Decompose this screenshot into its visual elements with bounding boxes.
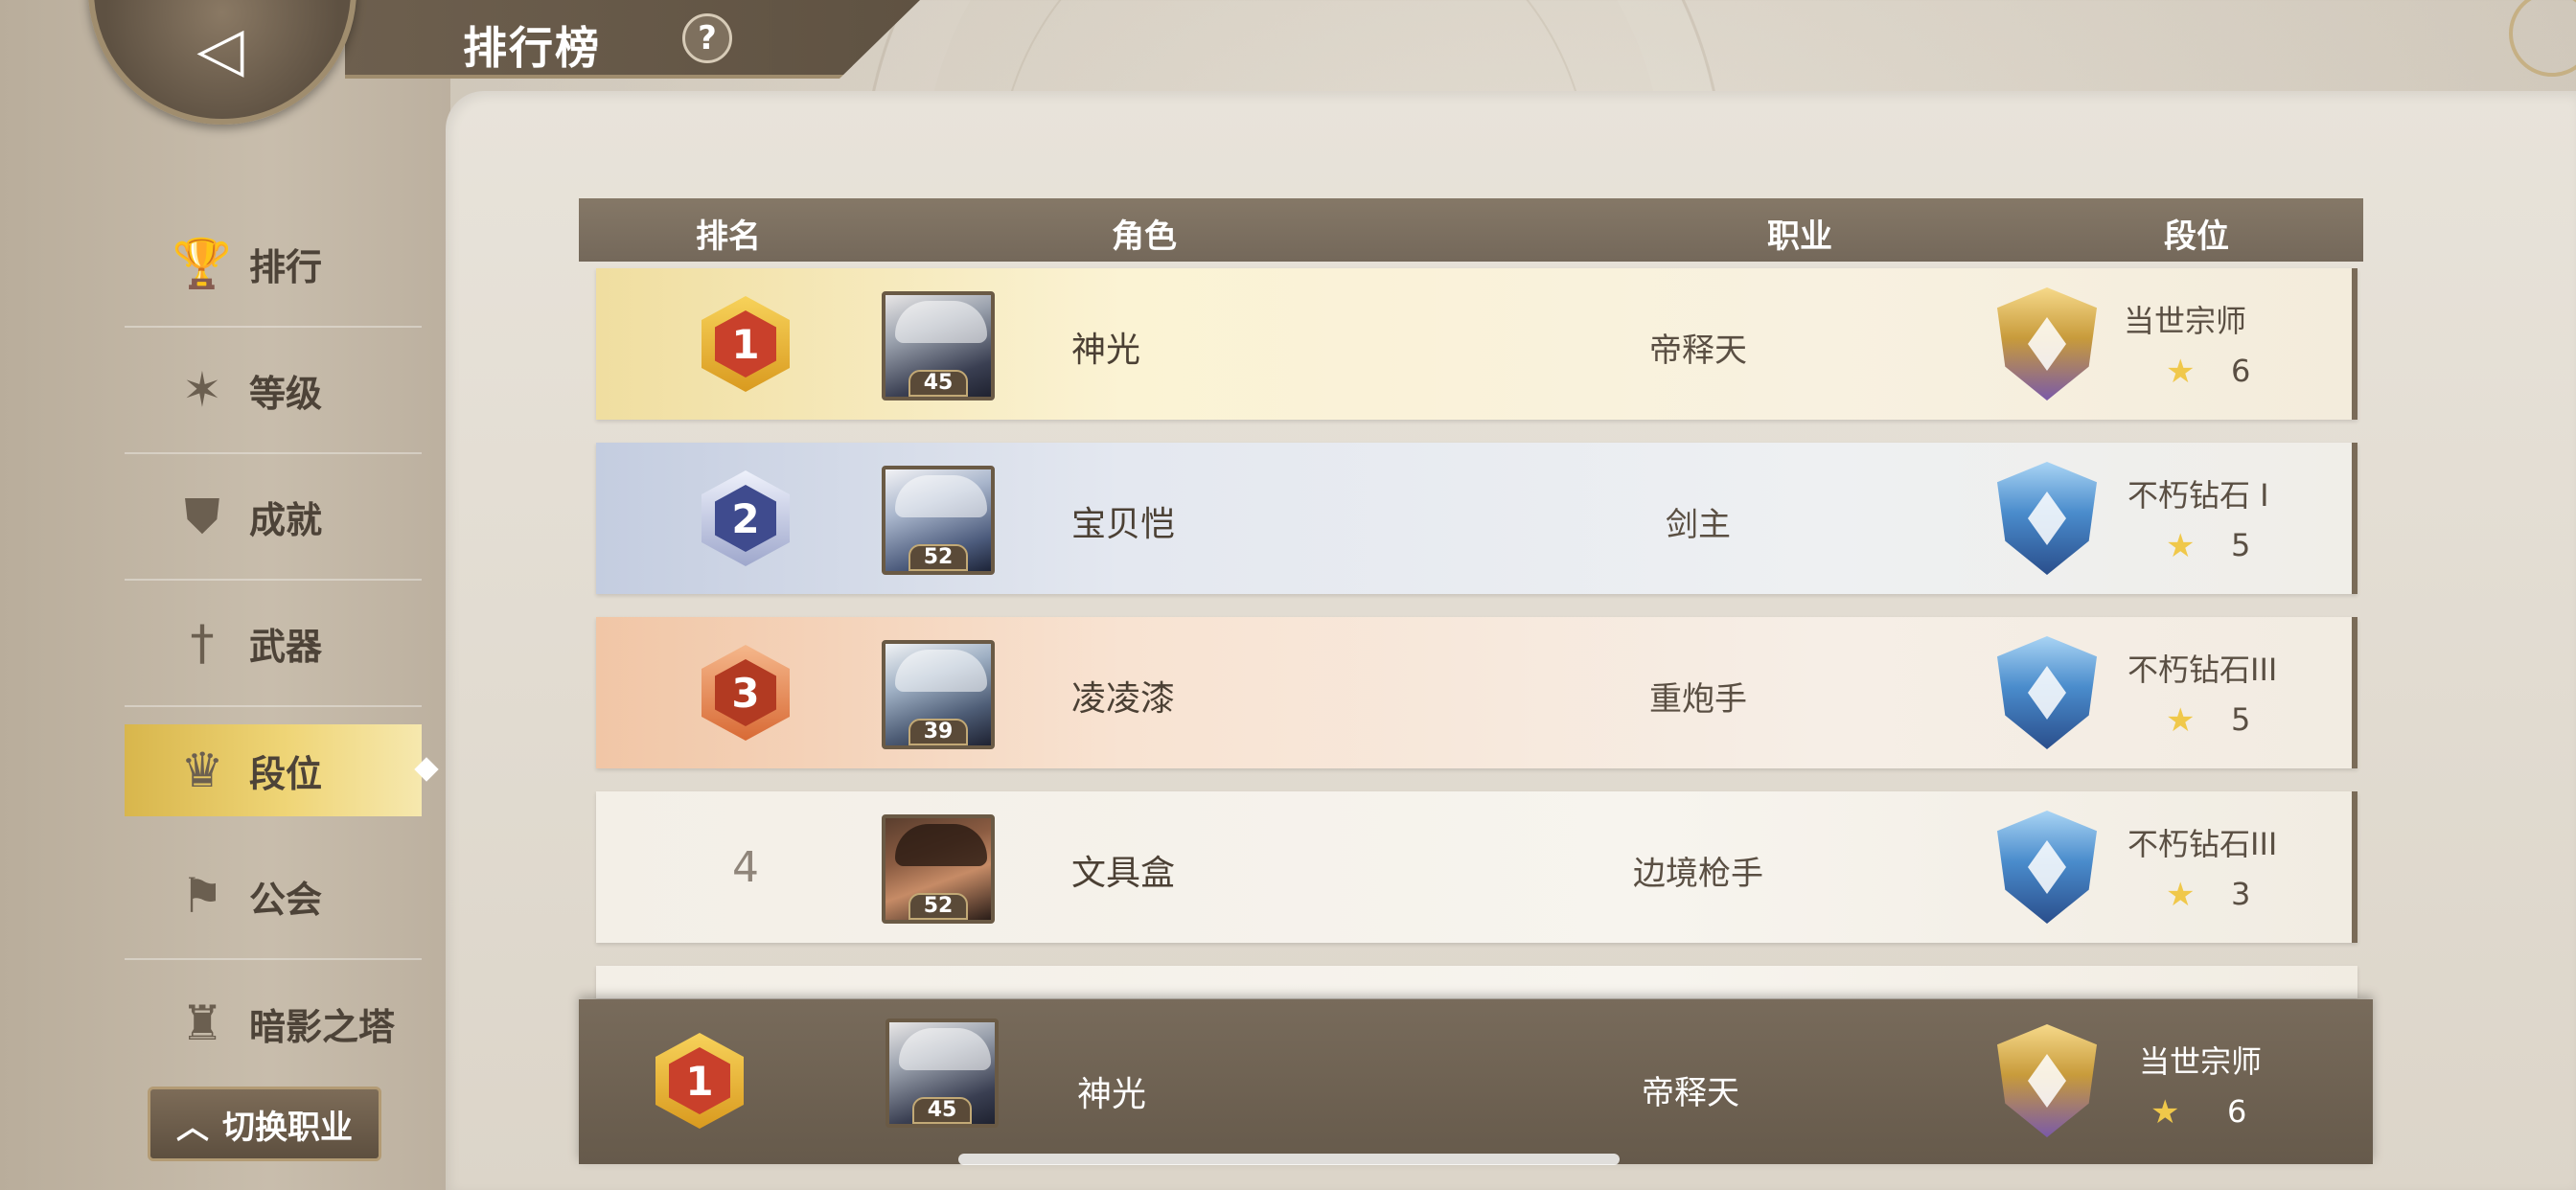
switch-class-button[interactable]: ︿ 切换职业 [148, 1087, 381, 1161]
star-count: 3 [2231, 876, 2251, 912]
sidebar-item-level[interactable]: ✶ 等级 [125, 328, 422, 454]
back-arrow-icon[interactable]: ◁ [168, 11, 273, 88]
level-badge: 45 [908, 370, 968, 397]
diamond-emblem-icon [1986, 630, 2108, 755]
star-icon: ★ [2166, 527, 2196, 565]
diamond-emblem-icon [1986, 456, 2108, 581]
player-name: 凌凌漆 [1071, 679, 1176, 719]
banner-icon: ⚑ [180, 868, 224, 924]
grandmaster-emblem-icon [1986, 282, 2108, 406]
my-class: 帝释天 [1642, 1074, 1739, 1112]
level-badge: 39 [908, 719, 968, 745]
star-icon: ★ [2166, 353, 2196, 391]
star-icon: ★ [2166, 876, 2196, 914]
switch-class-label: 切换职业 [222, 1108, 353, 1147]
my-rank-row[interactable]: 1 45 神光 帝释天 当世宗师 ★ 6 [579, 999, 2373, 1164]
rank-number: 4 [732, 842, 759, 892]
rank-1-badge: 1 [688, 289, 803, 399]
home-indicator[interactable] [958, 1154, 1620, 1165]
avatar[interactable]: 52 [882, 466, 995, 575]
my-star-count: 6 [2227, 1093, 2247, 1130]
rank-3-badge: 3 [688, 638, 803, 747]
table-row[interactable]: 1 45 神光 帝释天 当世宗师 ★ 6 [596, 268, 2358, 420]
avatar[interactable]: 52 [882, 814, 995, 924]
grandmaster-emblem-icon [1986, 1018, 2108, 1143]
sidebar-item-weapon[interactable]: † 武器 [125, 581, 422, 707]
tier-name: 不朽钻石III [2128, 826, 2278, 862]
sidebar-item-shadow-tower[interactable]: ♜ 暗影之塔 [125, 960, 422, 1087]
rank-number: 3 [715, 659, 776, 726]
star-burst-icon: ✶ [182, 362, 222, 418]
rank-4-badge: 4 [688, 812, 803, 922]
table-row[interactable]: 2 52 宝贝恺 剑主 不朽钻石 I ★ 5 [596, 443, 2358, 594]
tier-name: 不朽钻石III [2128, 652, 2278, 688]
star-icon: ★ [2166, 701, 2196, 740]
page-title: 排行榜 [463, 22, 601, 74]
my-tier-name: 当世宗师 [2139, 1043, 2263, 1080]
table-row-partial[interactable] [596, 966, 2358, 998]
table-header: 排名 角色 职业 段位 [579, 198, 2363, 262]
avatar[interactable]: 45 [882, 291, 995, 400]
player-class: 帝释天 [1649, 332, 1747, 370]
column-character: 角色 [1112, 217, 1177, 256]
my-avatar[interactable]: 45 [886, 1018, 999, 1128]
title-bar [345, 0, 920, 79]
star-count: 5 [2231, 527, 2251, 563]
level-badge: 52 [908, 893, 968, 920]
sidebar-item-guild[interactable]: ⚑ 公会 [125, 834, 422, 960]
sidebar-item-label: 公会 [249, 878, 323, 921]
corner-ornament-icon [2509, 0, 2576, 77]
column-class: 职业 [1767, 217, 1832, 256]
rank-number: 2 [715, 485, 776, 552]
my-name: 神光 [1077, 1075, 1147, 1114]
player-name: 神光 [1071, 331, 1141, 370]
sidebar-item-label: 排行 [249, 245, 323, 288]
star-count: 5 [2231, 701, 2251, 738]
diamond-emblem-icon [1986, 805, 2108, 929]
table-row[interactable]: 3 39 凌凌漆 重炮手 不朽钻石III ★ 5 [596, 617, 2358, 768]
rank-number: 1 [669, 1047, 730, 1114]
trophy-icon: 🏆 [172, 235, 233, 291]
rank-2-badge: 2 [688, 464, 803, 573]
level-badge: 45 [912, 1097, 972, 1124]
column-rank: 排名 [696, 217, 761, 256]
star-count: 6 [2231, 353, 2251, 389]
player-name: 文具盒 [1071, 854, 1176, 893]
level-badge: 52 [908, 544, 968, 571]
chevron-up-icon: ︿ [176, 1108, 209, 1147]
sidebar-nav: 🏆 排行 ✶ 等级 ⛊ 成就 † 武器 ♛ 段位 ⚑ 公会 ♜ 暗影之塔 [125, 201, 422, 1087]
shield-badge-icon: ⛊ [184, 488, 220, 544]
table-row[interactable]: 4 52 文具盒 边境枪手 不朽钻石III ★ 3 [596, 791, 2358, 943]
sidebar-item-label: 段位 [249, 752, 323, 795]
tier-name: 当世宗师 [2124, 303, 2247, 339]
player-class: 边境枪手 [1633, 855, 1763, 893]
player-name: 宝贝恺 [1071, 505, 1176, 544]
sidebar-item-label: 暗影之塔 [249, 1005, 396, 1048]
column-tier: 段位 [2164, 217, 2229, 256]
star-icon: ★ [2150, 1093, 2180, 1132]
sidebar-item-label: 等级 [249, 372, 323, 415]
player-class: 剑主 [1666, 506, 1731, 544]
rank-number: 1 [715, 310, 776, 378]
sidebar-item-ranking[interactable]: 🏆 排行 [125, 201, 422, 328]
player-class: 重炮手 [1649, 680, 1747, 719]
crown-medal-icon: ♛ [180, 743, 224, 798]
sidebar-item-tier[interactable]: ♛ 段位 [125, 724, 422, 816]
sword-icon: † [190, 615, 215, 671]
tower-icon: ♜ [180, 995, 224, 1051]
sidebar-item-label: 成就 [249, 498, 323, 541]
my-rank-badge: 1 [642, 1026, 757, 1135]
tier-name: 不朽钻石 I [2128, 477, 2269, 514]
sidebar-item-achievement[interactable]: ⛊ 成就 [125, 454, 422, 581]
avatar[interactable]: 39 [882, 640, 995, 749]
sidebar-item-label: 武器 [249, 625, 323, 668]
help-icon[interactable]: ? [682, 13, 732, 63]
